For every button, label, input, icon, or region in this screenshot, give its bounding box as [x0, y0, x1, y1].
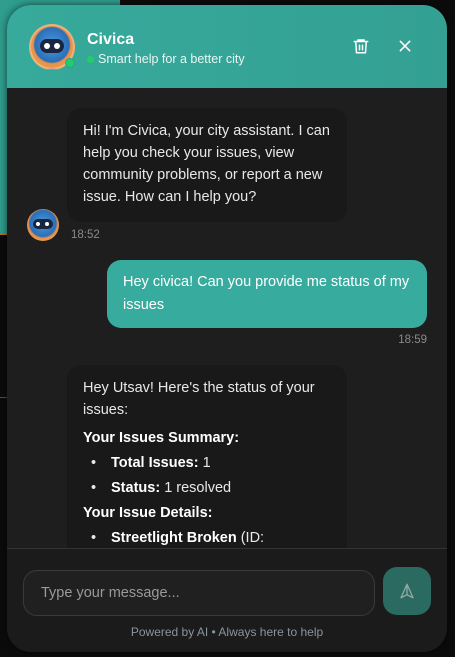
message-input[interactable]: Type your message...: [23, 570, 375, 616]
message-time: 18:52: [71, 229, 100, 241]
clear-chat-button[interactable]: [350, 35, 372, 57]
list-item: Streetlight Broken (ID:: [83, 527, 331, 548]
section-heading: Your Issues Summary:: [83, 430, 240, 446]
bot-avatar-small: [27, 209, 59, 241]
send-icon: [400, 583, 414, 599]
section-heading: Your Issue Details:: [83, 505, 213, 521]
online-indicator: [65, 58, 75, 68]
trash-icon: [353, 39, 369, 54]
bot-message: Hi! I'm Civica, your city assistant. I c…: [67, 108, 347, 222]
message-intro: Hey Utsav! Here's the status of your iss…: [83, 380, 315, 418]
list-item: Status: 1 resolved: [83, 477, 331, 499]
bot-message: Hey Utsav! Here's the status of your iss…: [67, 365, 347, 548]
close-icon: [399, 40, 411, 52]
status-dot: [87, 55, 94, 63]
close-button[interactable]: [394, 35, 416, 57]
powered-by-text: Powered by AI • Always here to help: [130, 625, 324, 639]
composer: Type your message... Powered by AI • Alw…: [7, 548, 447, 652]
chat-subtitle: Smart help for a better city: [98, 52, 245, 66]
user-message: Hey civica! Can you provide me status of…: [107, 260, 427, 328]
chat-title: Civica: [87, 31, 135, 48]
chat-widget: Civica Smart help for a better city Hi! …: [7, 5, 447, 652]
send-button[interactable]: [383, 567, 431, 615]
list-item: Total Issues: 1: [83, 452, 331, 474]
message-time: 18:59: [398, 334, 427, 346]
message-list[interactable]: Hi! I'm Civica, your city assistant. I c…: [7, 88, 447, 548]
chat-header: Civica Smart help for a better city: [7, 5, 447, 88]
